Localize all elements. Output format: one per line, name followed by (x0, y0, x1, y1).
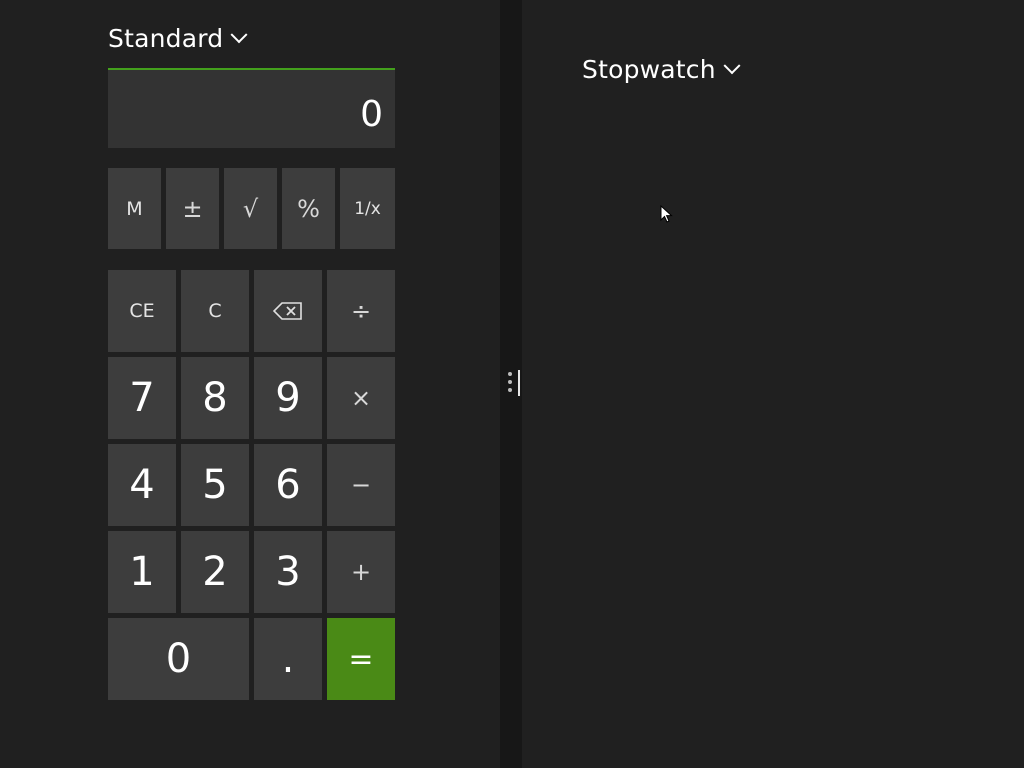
timer-mode-label: Stopwatch (582, 55, 716, 84)
digit-6-button[interactable]: 6 (254, 444, 322, 526)
digit-1-button[interactable]: 1 (108, 531, 176, 613)
square-root-button[interactable]: √ (224, 168, 277, 249)
chevron-down-icon (723, 56, 741, 74)
calculator-mode-selector[interactable]: Standard (108, 24, 248, 53)
timer-mode-selector[interactable]: Stopwatch (582, 55, 741, 84)
digit-3-button[interactable]: 3 (254, 531, 322, 613)
memory-button[interactable]: M (108, 168, 161, 249)
display-value: 0 (360, 94, 383, 135)
calculator-display: 0 (108, 68, 395, 148)
grip-dot (508, 388, 512, 392)
grip-dot (508, 372, 512, 376)
divide-button[interactable]: ÷ (327, 270, 395, 352)
mouse-cursor-icon (660, 205, 673, 223)
percent-button[interactable]: % (282, 168, 335, 249)
digit-8-button[interactable]: 8 (181, 357, 249, 439)
decimal-button[interactable]: . (254, 618, 322, 700)
digit-2-button[interactable]: 2 (181, 531, 249, 613)
clear-button[interactable]: C (181, 270, 249, 352)
splitter-grip-icon[interactable] (508, 368, 520, 402)
backspace-icon (273, 302, 302, 320)
equals-button[interactable]: = (327, 618, 395, 700)
multiply-button[interactable]: × (327, 357, 395, 439)
grip-line (518, 370, 520, 396)
calculator-pane: Standard 0 M ± √ % 1/x CE C ÷ 7 8 9 × 4 … (0, 0, 500, 768)
calculator-mode-label: Standard (108, 24, 224, 53)
reciprocal-button[interactable]: 1/x (340, 168, 395, 249)
digit-9-button[interactable]: 9 (254, 357, 322, 439)
backspace-button[interactable] (254, 270, 322, 352)
clear-entry-button[interactable]: CE (108, 270, 176, 352)
add-button[interactable]: + (327, 531, 395, 613)
chevron-down-icon (230, 25, 248, 43)
stopwatch-pane: Stopwatch (522, 0, 1024, 768)
digit-4-button[interactable]: 4 (108, 444, 176, 526)
grip-dot (508, 380, 512, 384)
digit-7-button[interactable]: 7 (108, 357, 176, 439)
subtract-button[interactable]: − (327, 444, 395, 526)
digit-5-button[interactable]: 5 (181, 444, 249, 526)
plus-minus-button[interactable]: ± (166, 168, 219, 249)
snap-splitter[interactable] (500, 0, 522, 768)
digit-0-button[interactable]: 0 (108, 618, 249, 700)
